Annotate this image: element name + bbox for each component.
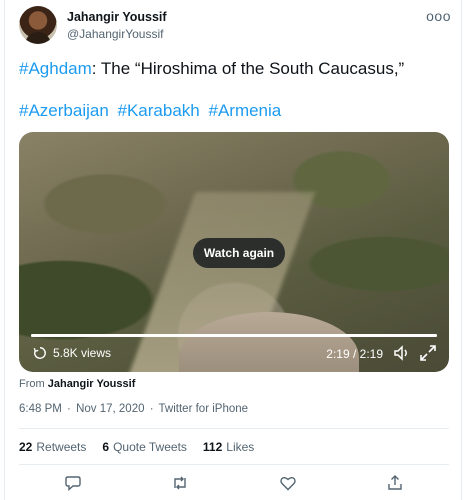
replay-icon[interactable] (33, 346, 47, 360)
retweets-count: 22 (19, 440, 33, 454)
video-source: From Jahangir Youssif (19, 378, 135, 390)
tweet-time[interactable]: 6:48 PM (19, 403, 62, 415)
author-names: Jahangir Youssif @JahangirYoussif (67, 10, 167, 41)
author-display-name[interactable]: Jahangir Youssif (67, 10, 167, 24)
hashtag-line: #Azerbaijan #Karabakh #Armenia (19, 100, 285, 122)
tweet-date[interactable]: Nov 17, 2020 (76, 403, 144, 415)
hashtag-azerbaijan[interactable]: #Azerbaijan (19, 101, 109, 120)
likes-stat[interactable]: 112 Likes (203, 440, 254, 454)
likes-label: Likes (226, 440, 255, 454)
avatar[interactable] (19, 6, 57, 44)
quotes-count: 6 (102, 440, 110, 454)
views-count: 5.8K views (53, 346, 112, 360)
from-name[interactable]: Jahangir Youssif (48, 378, 136, 390)
reply-icon[interactable] (64, 474, 82, 492)
volume-icon[interactable] (393, 344, 411, 362)
quotes-label: Quote Tweets (113, 440, 187, 454)
tweet-stats: 22 Retweets 6 Quote Tweets 112 Likes (19, 440, 270, 454)
from-prefix: From (19, 378, 45, 390)
video-views: 5.8K views (33, 346, 111, 360)
retweets-label: Retweets (36, 440, 87, 454)
tweet-card: Jahangir Youssif @JahangirYoussif ooo #A… (4, 0, 462, 500)
divider (19, 428, 449, 429)
quotes-stat[interactable]: 6 Quote Tweets (102, 440, 187, 454)
watch-again-button[interactable]: Watch again (193, 238, 285, 268)
tweet-header: Jahangir Youssif @JahangirYoussif ooo (19, 6, 455, 46)
hashtag-armenia[interactable]: #Armenia (208, 101, 281, 120)
meta-separator: · (149, 403, 154, 415)
meta-separator: · (67, 403, 71, 415)
share-icon[interactable] (386, 474, 404, 492)
hashtag-karabakh[interactable]: #Karabakh (118, 101, 200, 120)
tweet-text: #Aghdam: The “Hiroshima of the South Cau… (19, 58, 455, 80)
more-options-icon[interactable]: ooo (426, 8, 451, 24)
avatar-figure (25, 32, 51, 44)
video-progress-fill (31, 334, 437, 337)
video-time: 2:19 / 2:19 (326, 347, 383, 361)
video-progress-bar[interactable] (31, 334, 437, 337)
tweet-actions (19, 474, 449, 492)
likes-count: 112 (202, 440, 223, 454)
author-handle[interactable]: @JahangirYoussif (67, 27, 167, 41)
fullscreen-icon[interactable] (419, 344, 437, 362)
tweet-source[interactable]: Twitter for iPhone (159, 403, 248, 415)
tweet-body-text: : The “Hiroshima of the South Caucasus,” (91, 59, 405, 78)
retweets-stat[interactable]: 22 Retweets (19, 440, 86, 454)
hashtag-aghdam[interactable]: #Aghdam (19, 59, 92, 78)
retweet-icon[interactable] (171, 474, 189, 492)
like-icon[interactable] (279, 474, 297, 492)
divider (19, 464, 449, 465)
video-player[interactable]: Watch again 5.8K views 2:19 / 2:19 (19, 132, 449, 372)
tweet-meta: 6:48 PM · Nov 17, 2020 · Twitter for iPh… (19, 403, 250, 415)
